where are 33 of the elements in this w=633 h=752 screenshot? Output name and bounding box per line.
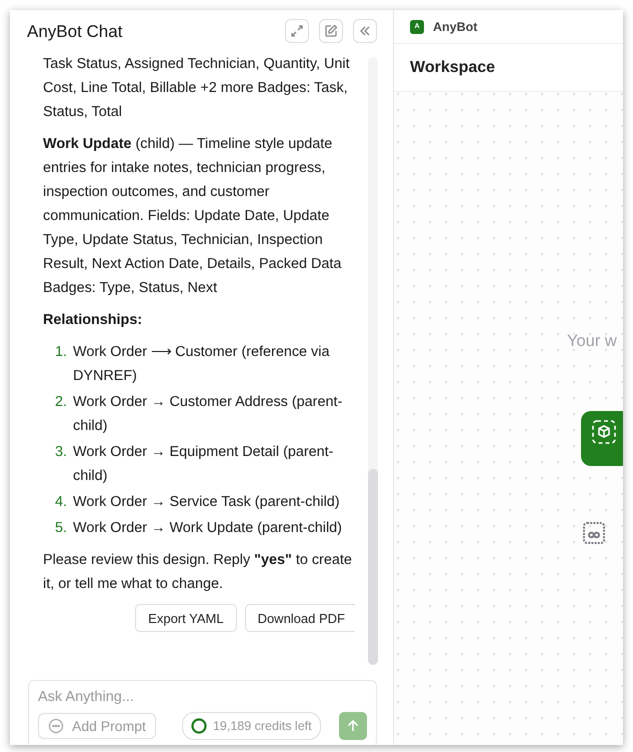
brand-name: AnyBot [433, 20, 478, 34]
message-paragraph: Task Status, Assigned Technician, Quantity, Unit Cost, Line Total, Billable +2 more Badges: Task, Status, Total [43, 55, 351, 122]
message-paragraph: Work Update (child) — Timeline style update entries for intake notes, technician progress, inspection outcomes, and customer communication. Fields: Update Date, Update Type, Update Status, Technician, Inspection Result, Next Action Date, Details, Packed Data Badges: Type, Status, Next [43, 135, 342, 298]
dashed-cube-icon [592, 420, 616, 444]
action-button[interactable]: Download PDF [244, 604, 355, 632]
double-chevron-left-icon [359, 26, 371, 36]
action-button[interactable]: Export YAML [135, 604, 237, 632]
chat-bubble-icon [48, 718, 64, 734]
relationship-item: Work Order ⟶ Customer (reference via DYNREF) [73, 343, 330, 386]
chat-title: AnyBot Chat [27, 21, 124, 42]
expand-icon [290, 24, 304, 38]
create-tile[interactable] [581, 411, 623, 466]
collapse-button[interactable] [353, 19, 377, 43]
arrow-up-icon [347, 720, 359, 732]
relationship-item: Work Order → Service Task (parent-child) [73, 493, 340, 512]
credits-badge: 19,189 credits left [182, 712, 321, 740]
list-number: 5. [54, 519, 67, 538]
link-document-icon[interactable] [582, 521, 606, 545]
edit-button[interactable] [319, 19, 343, 43]
edit-icon [324, 24, 338, 38]
list-number: 3. [54, 443, 67, 462]
message-paragraph: Please review this design. Reply "yes" to create it, or tell me what to change. [43, 551, 353, 594]
scrollbar-thumb[interactable] [368, 469, 378, 665]
relationship-item: Work Order → Equipment Detail (parent-child) [73, 443, 334, 486]
expand-button[interactable] [285, 19, 309, 43]
section-heading: Relationships: [43, 311, 144, 330]
list-number: 1. [54, 343, 67, 362]
list-number: 4. [54, 493, 67, 512]
relationship-item: Work Order → Work Update (parent-child) [73, 519, 342, 538]
relationship-item: Work Order → Customer Address (parent-child) [73, 393, 344, 436]
list-number: 2. [54, 393, 67, 412]
progress-ring-icon [190, 718, 207, 734]
empty-state-text: Your w [567, 332, 617, 351]
